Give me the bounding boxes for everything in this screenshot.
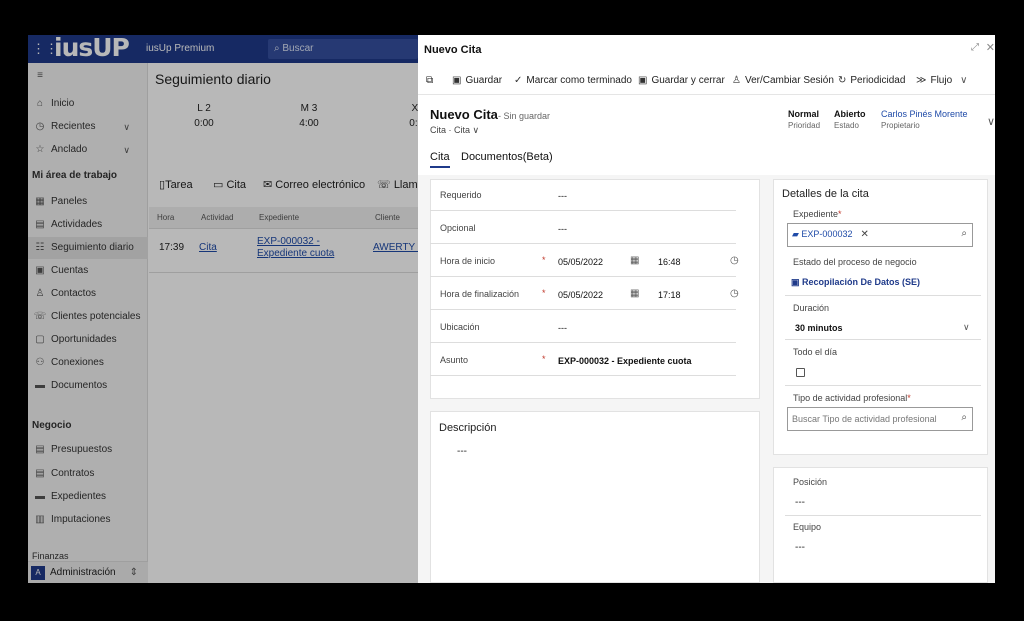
close-icon[interactable]: ✕	[986, 41, 995, 54]
recurrence-icon: ↻	[838, 75, 847, 86]
device-frame: ⋮⋮⋮ iusUP iusUp Premium ⌕ Buscar ≡ ⌂ Inic…	[0, 0, 1024, 621]
search-icon[interactable]: ⌕	[961, 228, 967, 239]
calendar-icon: ▦	[630, 255, 640, 266]
field-hora-inicio[interactable]: Hora de inicio * 05/05/2022 ▦ 16:48 ◷	[430, 245, 739, 277]
entity-name: Cita	[430, 125, 447, 135]
divider	[785, 339, 981, 340]
equipo-value[interactable]: ---	[795, 542, 805, 553]
expediente-tag[interactable]: ▰ EXP-000032 ✕	[792, 229, 869, 240]
form-selector[interactable]: Cita · Cita ∨	[430, 125, 479, 136]
field-ubicacion[interactable]: Ubicación ---	[430, 311, 736, 343]
session-icon: ♙	[732, 75, 741, 86]
divider	[785, 295, 981, 296]
tab-cita[interactable]: Cita	[430, 151, 450, 168]
remove-icon: ✕	[860, 229, 869, 240]
owner-field[interactable]: Carlos Pinés Morente Propietario	[881, 109, 968, 130]
clock-icon: ◷	[730, 255, 739, 266]
details-title: Detalles de la cita	[782, 188, 869, 200]
description-section[interactable]: Descripción ---	[430, 411, 760, 583]
tab-documentos[interactable]: Documentos(Beta)	[461, 151, 553, 163]
unsaved-status: - Sin guardar	[498, 111, 551, 121]
save-and-close-button[interactable]: ▣ Guardar y cerrar	[638, 67, 725, 95]
check-icon: ✓	[514, 75, 523, 86]
description-label: Descripción	[439, 422, 497, 434]
modal-overlay	[28, 35, 418, 583]
save-close-icon: ▣	[638, 75, 648, 86]
screen: ⋮⋮⋮ iusUP iusUp Premium ⌕ Buscar ≡ ⌂ Inic…	[28, 35, 995, 583]
new-appointment-dialog: Nuevo Cita ⤢ ✕ ⧉ ▣ Guardar ✓ Marcar como t…	[418, 35, 995, 583]
expediente-lookup[interactable]: ▰ EXP-000032 ✕ ⌕	[787, 223, 973, 247]
divider	[785, 515, 981, 516]
save-icon: ▣	[452, 75, 462, 86]
field-asunto[interactable]: Asunto * EXP-000032 - Expediente cuota	[430, 344, 736, 376]
todo-dia-checkbox[interactable]	[796, 368, 805, 377]
field-opcional[interactable]: Opcional ---	[430, 212, 736, 244]
chevron-down-icon[interactable]: ∨	[963, 322, 970, 333]
popout-icon[interactable]: ⧉	[426, 67, 433, 95]
field-requerido[interactable]: Requerido ---	[430, 179, 736, 211]
flow-icon: ≫	[916, 75, 927, 86]
expand-icon[interactable]: ⤢	[971, 42, 979, 53]
bpf-value-link[interactable]: ▣ Recopilación De Datos (SE)	[791, 277, 920, 288]
duracion-select[interactable]: 30 minutos	[795, 323, 843, 333]
mark-complete-button[interactable]: ✓ Marcar como terminado	[514, 67, 632, 95]
session-button[interactable]: ♙ Ver/Cambiar Sesión	[732, 67, 834, 95]
recurrence-button[interactable]: ↻ Periodicidad	[838, 67, 905, 95]
search-icon[interactable]: ⌕	[961, 412, 967, 423]
tipo-actividad-lookup[interactable]: Buscar Tipo de actividad profesional ⌕	[787, 407, 973, 431]
form-name: Cita	[454, 125, 471, 135]
priority-field[interactable]: Normal Prioridad	[788, 109, 820, 130]
status-field[interactable]: Abierto Estado	[834, 109, 866, 130]
posicion-value[interactable]: ---	[795, 497, 805, 508]
tipo-placeholder: Buscar Tipo de actividad profesional	[792, 414, 937, 424]
command-bar: ⧉ ▣ Guardar ✓ Marcar como terminado ▣ Guard…	[418, 67, 995, 95]
flow-button[interactable]: ≫ Flujo ∨	[916, 67, 967, 95]
form-body: Requerido --- Opcional --- Hora de inicio *…	[418, 175, 995, 583]
divider	[785, 385, 981, 386]
chevron-down-icon[interactable]: ∨	[987, 115, 995, 128]
record-title: Nuevo Cita	[430, 107, 498, 122]
chevron-down-icon: ∨	[960, 75, 968, 86]
description-value[interactable]: ---	[457, 446, 467, 457]
calendar-icon: ▦	[630, 288, 640, 299]
save-button[interactable]: ▣ Guardar	[452, 67, 502, 95]
clock-icon: ◷	[730, 288, 739, 299]
dialog-title: Nuevo Cita	[424, 44, 482, 56]
field-hora-fin[interactable]: Hora de finalización * 05/05/2022 ▦ 17:18 ◷	[430, 278, 739, 310]
